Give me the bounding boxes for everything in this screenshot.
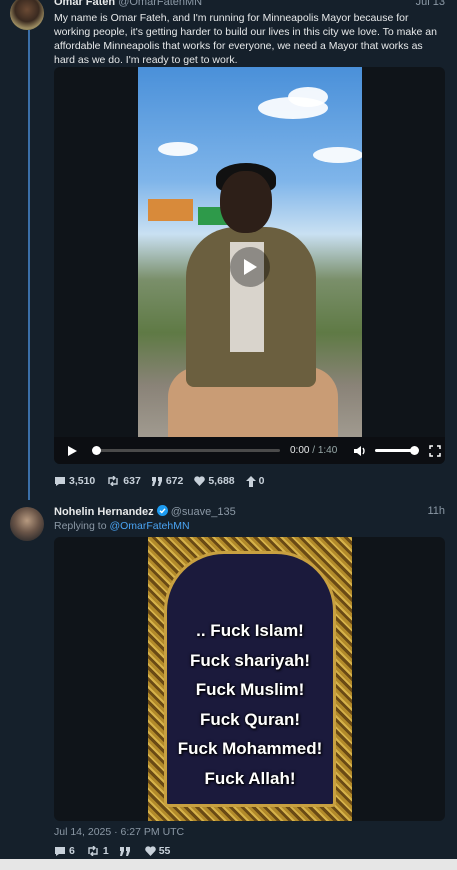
like-button[interactable]: 5,688	[194, 475, 235, 487]
retweet-count: 637	[123, 475, 141, 487]
tweet-time[interactable]: 11h	[427, 505, 445, 517]
share-button[interactable]: 0	[245, 475, 265, 487]
reply-button[interactable]: 3,510	[54, 475, 95, 487]
verified-badge-icon	[156, 505, 168, 516]
share-count: 0	[258, 475, 265, 487]
replying-to-handle[interactable]: @OmarFatehMN	[109, 520, 189, 532]
bottom-toolbar	[0, 859, 457, 870]
quote-button[interactable]: 672	[151, 475, 184, 487]
replying-to-label: Replying to	[54, 520, 110, 532]
like-count: 55	[158, 845, 171, 857]
heart-icon	[194, 476, 206, 486]
quote-button[interactable]	[119, 846, 134, 856]
reply-button[interactable]: 6	[54, 845, 75, 857]
video-progress-bar[interactable]	[92, 446, 280, 455]
tweet-image[interactable]: .. Fuck Islam! Fuck shariyah! Fuck Musli…	[54, 537, 445, 821]
avatar[interactable]	[10, 0, 44, 30]
play-icon	[230, 247, 270, 287]
like-button[interactable]: 55	[144, 845, 171, 857]
retweet-icon	[108, 476, 118, 486]
author-name[interactable]: Omar Fateh	[54, 0, 115, 8]
author-handle[interactable]: @OmarFatehMN	[118, 0, 202, 8]
volume-icon[interactable]	[353, 445, 367, 457]
retweet-icon	[88, 846, 98, 856]
video-player[interactable]: 0:00 / 1:40	[54, 67, 445, 464]
tweet-text: My name is Omar Fateh, and I'm running f…	[54, 12, 437, 66]
image-text-line: Fuck Mohammed!	[177, 739, 323, 758]
tweet-header: Omar Fateh @OmarFatehMN	[54, 0, 202, 8]
quote-icon	[151, 476, 162, 486]
fullscreen-icon[interactable]	[429, 444, 442, 457]
image-text-line: Fuck Allah!	[204, 768, 296, 788]
image-text-line: Fuck shariyah!	[190, 650, 310, 670]
author-name[interactable]: Nohelin Hernandez	[54, 506, 154, 518]
tweet-stats: 6 1 55	[54, 845, 170, 857]
tweet-header: Nohelin Hernandez @suave_135	[54, 505, 236, 518]
volume-handle[interactable]	[410, 446, 420, 455]
progress-handle[interactable]	[92, 446, 101, 455]
comment-icon	[55, 476, 65, 486]
reply-count: 3,510	[69, 475, 96, 487]
quote-count: 672	[165, 475, 184, 487]
reply-count: 6	[69, 845, 75, 857]
prayer-rug-image: .. Fuck Islam! Fuck shariyah! Fuck Musli…	[148, 537, 352, 821]
comment-icon	[55, 846, 65, 856]
image-text-line: Fuck Muslim!	[195, 680, 305, 699]
play-icon[interactable]	[68, 445, 77, 456]
video-controls: 0:00 / 1:40	[54, 437, 445, 464]
tweet-stats: 3,510 637 672 5,688 0	[54, 475, 264, 487]
time-separator: /	[309, 445, 318, 456]
video-current-time: 0:00	[290, 445, 310, 456]
retweet-button[interactable]: 1	[86, 845, 109, 857]
like-count: 5,688	[208, 475, 235, 487]
volume-slider[interactable]	[375, 446, 420, 455]
heart-icon	[144, 846, 156, 856]
tweet-time[interactable]: Jul 13	[416, 0, 445, 8]
avatar[interactable]	[10, 507, 44, 541]
play-overlay-button[interactable]	[138, 237, 362, 297]
retweet-count: 1	[102, 845, 109, 857]
tweet-date[interactable]: Jul 14, 2025 · 6:27 PM UTC	[54, 826, 184, 838]
share-icon	[245, 475, 256, 487]
quote-icon	[119, 846, 130, 856]
retweet-button[interactable]: 637	[106, 475, 141, 487]
replying-to: Replying to @OmarFatehMN	[54, 520, 190, 532]
video-duration: 1:40	[317, 445, 338, 456]
author-handle[interactable]: @suave_135	[171, 506, 236, 518]
video-timecode: 0:00 / 1:40	[290, 445, 337, 456]
image-text-line: Fuck Quran!	[199, 709, 301, 729]
image-overlay-text: .. Fuck Islam! Fuck shariyah! Fuck Musli…	[167, 616, 333, 793]
image-text-line: .. Fuck Islam!	[196, 621, 304, 640]
thread-line	[28, 30, 30, 500]
